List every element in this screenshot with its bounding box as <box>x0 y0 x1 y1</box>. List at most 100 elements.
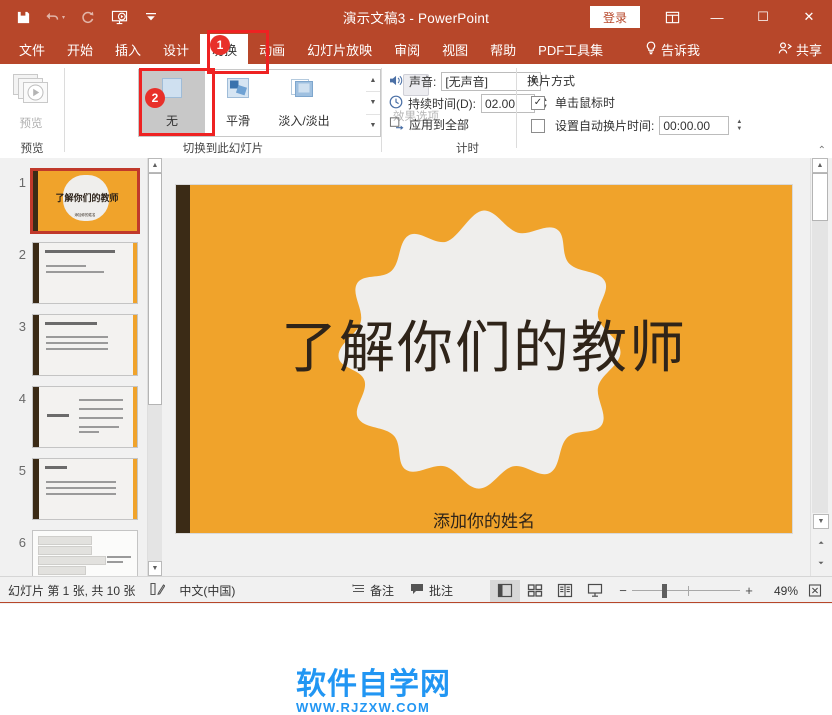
thumbnails-scroll-track[interactable] <box>148 173 162 561</box>
thumbnails-scroll-thumb[interactable] <box>148 173 162 405</box>
reading-view-button[interactable] <box>550 580 580 602</box>
transition-gallery[interactable]: 无 平滑 淡入/淡出 <box>138 69 372 137</box>
slide-area-scrollbar[interactable]: ▲ ▼ ⏶ ⏷ <box>810 158 832 576</box>
thumb3-heading <box>45 322 97 325</box>
zoom-slider[interactable] <box>632 583 740 599</box>
zoom-percent-label[interactable]: 49% <box>764 584 798 598</box>
transition-none-label: 无 <box>165 113 178 128</box>
thumbnail-slide-2[interactable]: 2 <box>0 242 146 314</box>
slide-editing-area[interactable]: 了解你们的教师 添加你的姓名 <box>162 158 810 576</box>
thumb6-box <box>38 536 92 545</box>
tab-help[interactable]: 帮助 <box>479 34 527 64</box>
previous-slide-icon[interactable]: ⏶ <box>813 536 829 551</box>
advance-after-spinner-down-icon[interactable]: ▼ <box>736 126 742 133</box>
thumb6-box <box>38 556 106 565</box>
notes-icon <box>352 583 365 598</box>
redo-icon[interactable] <box>72 3 102 31</box>
fit-to-window-icon[interactable] <box>802 580 828 602</box>
slide-subtitle-text[interactable]: 添加你的姓名 <box>176 507 792 532</box>
gallery-scroll-controls[interactable]: ▲ ▼ ▼ <box>366 69 381 137</box>
advance-on-click-row[interactable]: ✓ 单击鼠标时 <box>531 94 615 111</box>
slideshow-view-button[interactable] <box>580 580 610 602</box>
thumbnail-slide-5[interactable]: 5 <box>0 458 146 530</box>
gallery-scroll-down-icon[interactable]: ▼ <box>366 92 380 115</box>
thumbnails-scrollbar[interactable]: ▲ ▼ <box>147 158 162 576</box>
slide-count-label[interactable]: 幻灯片 第 1 张, 共 10 张 <box>8 582 135 599</box>
tab-insert[interactable]: 插入 <box>104 34 152 64</box>
tab-home[interactable]: 开始 <box>56 34 104 64</box>
slide-scroll-thumb[interactable] <box>812 173 828 221</box>
advance-after-spinner[interactable]: ▲ ▼ <box>736 119 742 133</box>
tab-file[interactable]: 文件 <box>8 34 56 64</box>
advance-after-spinner-up-icon[interactable]: ▲ <box>736 119 742 126</box>
thumbnails-scroll-up-icon[interactable]: ▲ <box>148 158 162 173</box>
sign-in-button[interactable]: 登录 <box>590 6 640 28</box>
collapse-ribbon-icon[interactable]: ⌃ <box>818 145 826 156</box>
callout-badge-1: 1 <box>210 35 230 55</box>
thumbnail-slide-6[interactable]: 6 <box>0 530 146 576</box>
normal-view-button[interactable] <box>490 579 520 602</box>
slide-title-text[interactable]: 了解你们的教师 <box>176 318 792 380</box>
thumbnail-slide-1[interactable]: 1 了解你们的教师 添加你的姓名 <box>0 168 146 242</box>
comments-button[interactable]: 批注 <box>410 582 453 599</box>
status-right: − + 49% <box>490 577 828 604</box>
thumb5-line <box>46 481 116 483</box>
language-label[interactable]: 中文(中国) <box>179 582 235 599</box>
tab-design[interactable]: 设计 <box>152 34 200 64</box>
duration-input[interactable]: 02.00 <box>481 94 535 113</box>
zoom-in-button[interactable]: + <box>740 583 758 598</box>
advance-on-click-checkbox[interactable]: ✓ <box>531 95 545 110</box>
current-slide[interactable]: 了解你们的教师 添加你的姓名 <box>176 185 792 533</box>
ribbon-display-options-icon[interactable] <box>650 0 694 34</box>
tell-me-box[interactable]: 告诉我 <box>645 34 700 64</box>
thumbnail-image-4[interactable] <box>32 386 138 448</box>
slide-thumbnails-pane[interactable]: 1 了解你们的教师 添加你的姓名 2 3 4 5 6 <box>0 158 146 576</box>
slide-sorter-view-button[interactable] <box>520 580 550 602</box>
tab-review[interactable]: 审阅 <box>383 34 431 64</box>
start-slideshow-icon[interactable] <box>104 3 134 31</box>
advance-after-checkbox[interactable] <box>531 118 545 133</box>
thumbnail-number-3: 3 <box>18 319 26 334</box>
thumbnail-1-subtitle: 添加你的姓名 <box>74 213 96 217</box>
share-button[interactable]: 共享 <box>778 34 822 64</box>
preview-button[interactable]: 预览 <box>8 70 54 132</box>
transition-morph[interactable]: 平滑 <box>205 70 271 134</box>
thumbnail-slide-3[interactable]: 3 <box>0 314 146 386</box>
tab-view[interactable]: 视图 <box>431 34 479 64</box>
gallery-more-icon[interactable]: ▼ <box>366 115 380 136</box>
next-slide-icon[interactable]: ⏷ <box>813 556 829 571</box>
slide-scroll-up-icon[interactable]: ▲ <box>812 158 828 173</box>
minimize-button[interactable]: — <box>694 0 740 34</box>
thumb2-left-bar <box>33 243 39 303</box>
zoom-slider-midpoint <box>688 585 689 596</box>
slide-scroll-down-icon[interactable]: ▼ <box>813 514 829 529</box>
tab-pdf-toolkit[interactable]: PDF工具集 <box>527 34 614 64</box>
save-icon[interactable] <box>8 3 38 31</box>
thumbnail-image-5[interactable] <box>32 458 138 520</box>
tab-slideshow[interactable]: 幻灯片放映 <box>296 34 383 64</box>
thumbnail-image-1[interactable]: 了解你们的教师 添加你的姓名 <box>30 168 140 234</box>
advance-after-input[interactable]: 00:00.00 <box>659 116 730 135</box>
gallery-scroll-up-icon[interactable]: ▲ <box>366 70 380 93</box>
zoom-out-button[interactable]: − <box>614 583 632 598</box>
slide-scroll-track[interactable] <box>812 173 828 513</box>
transition-fade[interactable]: 淡入/淡出 <box>271 70 337 134</box>
timing-inner-separator <box>516 68 517 148</box>
thumbnail-slide-4[interactable]: 4 <box>0 386 146 458</box>
close-button[interactable]: ✕ <box>786 0 832 34</box>
thumb4-line <box>79 431 99 433</box>
spell-check-icon[interactable] <box>149 582 166 599</box>
thumbnail-image-6[interactable] <box>32 530 138 576</box>
thumbnail-image-2[interactable] <box>32 242 138 304</box>
advance-after-row[interactable]: 设置自动换片时间: 00:00.00 ▲ ▼ <box>531 116 742 135</box>
notes-button[interactable]: 备注 <box>352 582 394 599</box>
customize-qat-icon[interactable] <box>136 3 166 31</box>
maximize-button[interactable]: ☐ <box>740 0 786 34</box>
thumbnails-scroll-down-icon[interactable]: ▼ <box>148 561 162 576</box>
tab-animations[interactable]: 动画 <box>248 34 296 64</box>
zoom-control[interactable]: − + 49% <box>614 580 828 602</box>
apply-to-all-button[interactable]: 应用到全部 <box>389 116 469 133</box>
undo-icon[interactable]: ▾ <box>40 3 70 31</box>
thumbnail-image-3[interactable] <box>32 314 138 376</box>
zoom-slider-knob[interactable] <box>662 583 667 598</box>
